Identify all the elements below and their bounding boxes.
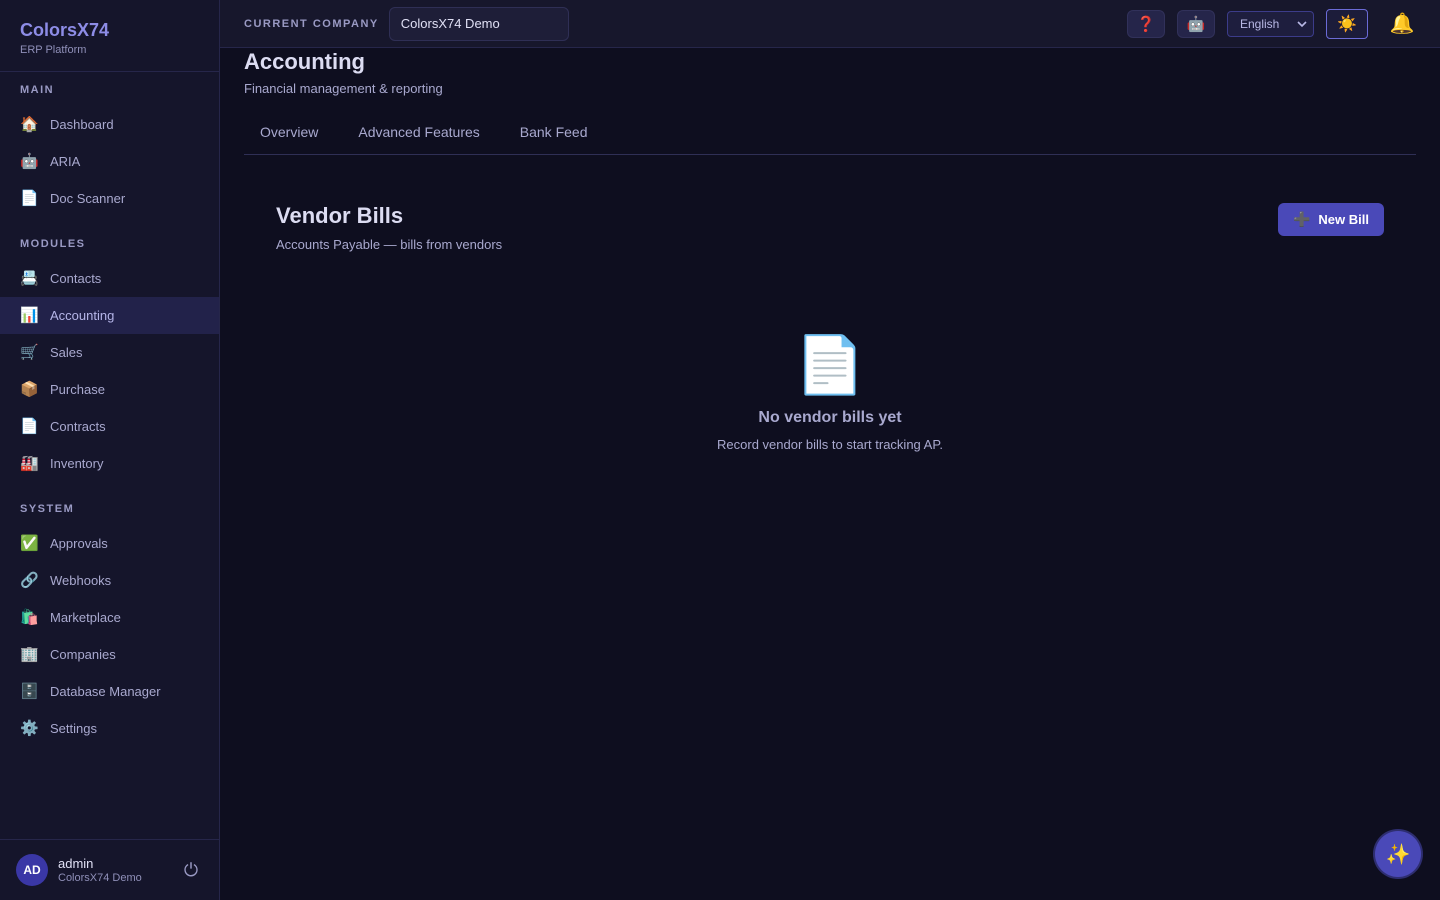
home-icon: 🏠 bbox=[20, 115, 39, 133]
sidebar-item-label: Purchase bbox=[50, 382, 105, 397]
gear-icon: ⚙️ bbox=[20, 719, 39, 737]
sidebar-item-settings[interactable]: ⚙️ Settings bbox=[0, 710, 219, 747]
sidebar-item-label: Settings bbox=[50, 721, 97, 736]
sidebar-item-label: Inventory bbox=[50, 456, 104, 471]
document-icon: 📄 bbox=[20, 417, 39, 435]
sidebar-item-label: Accounting bbox=[50, 308, 115, 323]
vendor-bills-panel: Vendor Bills Accounts Payable — bills fr… bbox=[244, 203, 1416, 452]
panel-subtitle: Accounts Payable — bills from vendors bbox=[276, 237, 503, 252]
tabs: Overview Advanced Features Bank Feed bbox=[244, 118, 1416, 155]
theme-toggle-button[interactable]: ☀️ bbox=[1326, 8, 1368, 39]
company-label: CURRENT COMPANY bbox=[244, 17, 379, 30]
section-label-system: SYSTEM bbox=[20, 503, 75, 515]
factory-icon: 🏭 bbox=[20, 454, 39, 472]
shopping-bags-icon: 🛍️ bbox=[20, 608, 39, 626]
sidebar-item-purchase[interactable]: 📦 Purchase bbox=[0, 371, 219, 408]
sidebar-item-sales[interactable]: 🛒 Sales bbox=[0, 334, 219, 371]
question-icon: ❓ bbox=[1136, 15, 1156, 33]
bell-icon[interactable]: 🔔 bbox=[1388, 11, 1416, 36]
sidebar-item-label: Companies bbox=[50, 647, 116, 662]
package-icon: 📦 bbox=[20, 380, 39, 398]
empty-state-message: Record vendor bills to start tracking AP… bbox=[717, 437, 943, 452]
sidebar-item-doc-scanner[interactable]: 📄 Doc Scanner bbox=[0, 180, 219, 217]
file-cabinet-icon: 🗄️ bbox=[20, 682, 39, 700]
empty-state: 📄 No vendor bills yet Record vendor bill… bbox=[244, 333, 1416, 452]
sidebar-item-contacts[interactable]: 📇 Contacts bbox=[0, 260, 219, 297]
check-icon: ✅ bbox=[20, 534, 39, 552]
sidebar-item-label: Sales bbox=[50, 345, 83, 360]
link-icon: 🔗 bbox=[20, 571, 39, 589]
sidebar-item-companies[interactable]: 🏢 Companies bbox=[0, 636, 219, 673]
page-subtitle: Financial management & reporting bbox=[244, 81, 443, 96]
sidebar-item-label: Contracts bbox=[50, 419, 106, 434]
sidebar-item-label: Doc Scanner bbox=[50, 191, 126, 206]
user-company: ColorsX74 Demo bbox=[58, 872, 142, 884]
sidebar-item-contracts[interactable]: 📄 Contracts bbox=[0, 408, 219, 445]
page-title: Accounting bbox=[244, 49, 365, 74]
new-bill-label: New Bill bbox=[1318, 212, 1369, 227]
company-select[interactable]: ColorsX74 Demo bbox=[388, 6, 569, 41]
new-bill-button[interactable]: ➕ New Bill bbox=[1278, 203, 1384, 236]
plus-icon: ➕ bbox=[1292, 211, 1311, 227]
sidebar-item-dashboard[interactable]: 🏠 Dashboard bbox=[0, 106, 219, 143]
power-icon[interactable]: ⏻ bbox=[179, 860, 203, 881]
avatar[interactable]: AD bbox=[16, 854, 48, 886]
section-label-main: MAIN bbox=[20, 84, 55, 96]
sun-icon: ☀️ bbox=[1337, 15, 1357, 33]
document-icon: 📄 bbox=[20, 189, 39, 207]
chart-icon: 📊 bbox=[20, 306, 39, 324]
sidebar-item-label: ARIA bbox=[50, 154, 81, 169]
document-icon: 📄 bbox=[795, 333, 865, 396]
help-button[interactable]: ❓ bbox=[1127, 9, 1165, 38]
ai-assistant-fab[interactable]: ✨ bbox=[1375, 831, 1421, 877]
sidebar-item-label: Contacts bbox=[50, 271, 102, 286]
tab-overview[interactable]: Overview bbox=[244, 118, 334, 154]
robot-icon: 🤖 bbox=[1186, 15, 1206, 33]
topbar: CURRENT COMPANY ColorsX74 Demo ❓ 🤖 Engli… bbox=[220, 0, 1440, 48]
cart-icon: 🛒 bbox=[20, 343, 39, 361]
sidebar-item-label: Webhooks bbox=[50, 573, 112, 588]
sidebar-item-label: Approvals bbox=[50, 536, 108, 551]
sidebar-item-label: Dashboard bbox=[50, 117, 114, 132]
assistant-button[interactable]: 🤖 bbox=[1177, 9, 1215, 38]
tab-bank-feed[interactable]: Bank Feed bbox=[504, 118, 604, 154]
user-name: admin bbox=[58, 856, 94, 871]
sidebar-item-label: Marketplace bbox=[50, 610, 121, 625]
building-icon: 🏢 bbox=[20, 645, 39, 663]
language-value: English bbox=[1240, 16, 1280, 31]
panel-header: Vendor Bills Accounts Payable — bills fr… bbox=[244, 203, 1416, 263]
tab-advanced-features[interactable]: Advanced Features bbox=[342, 118, 495, 154]
sidebar-item-marketplace[interactable]: 🛍️ Marketplace bbox=[0, 599, 219, 636]
sidebar-item-webhooks[interactable]: 🔗 Webhooks bbox=[0, 562, 219, 599]
sidebar-item-approvals[interactable]: ✅ Approvals bbox=[0, 525, 219, 562]
user-info: admin ColorsX74 Demo bbox=[58, 856, 179, 884]
sidebar-item-aria[interactable]: 🤖 ARIA bbox=[0, 143, 219, 180]
brand-subtitle: ERP Platform bbox=[20, 44, 87, 56]
brand: ColorsX74 ERP Platform bbox=[0, 0, 219, 72]
user-panel: AD admin ColorsX74 Demo ⏻ bbox=[0, 839, 219, 900]
main-content: Accounting Financial management & report… bbox=[244, 48, 1416, 452]
sidebar-item-accounting[interactable]: 📊 Accounting bbox=[0, 297, 219, 334]
brand-name: ColorsX74 bbox=[20, 20, 110, 40]
section-label-modules: MODULES bbox=[20, 238, 86, 250]
chevron-down-icon bbox=[1297, 20, 1307, 27]
sidebar-item-label: Database Manager bbox=[50, 684, 161, 699]
sidebar: ColorsX74 ERP Platform MAIN 🏠 Dashboard … bbox=[0, 0, 220, 900]
empty-state-title: No vendor bills yet bbox=[758, 409, 902, 426]
language-select[interactable]: English bbox=[1227, 10, 1314, 37]
contacts-icon: 📇 bbox=[20, 269, 39, 287]
sparkles-icon: ✨ bbox=[1385, 843, 1411, 866]
sidebar-item-database-manager[interactable]: 🗄️ Database Manager bbox=[0, 673, 219, 710]
robot-icon: 🤖 bbox=[20, 152, 39, 170]
sidebar-item-inventory[interactable]: 🏭 Inventory bbox=[0, 445, 219, 482]
panel-title: Vendor Bills bbox=[276, 203, 404, 228]
